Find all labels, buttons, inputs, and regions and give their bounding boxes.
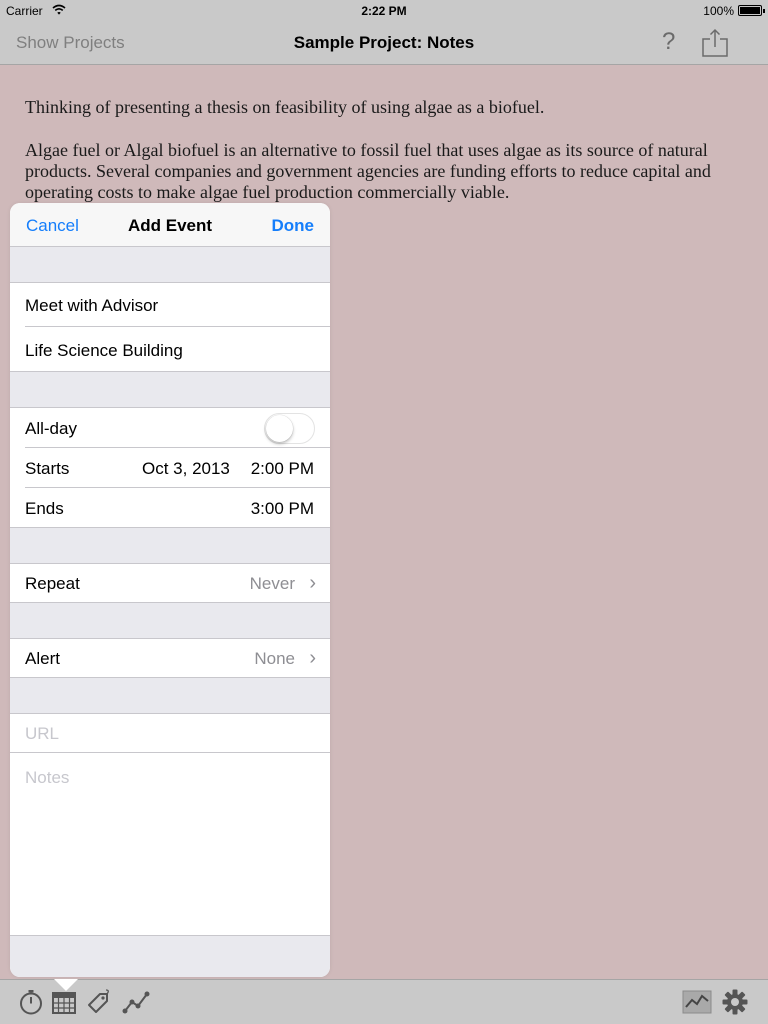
location-text: Life Science Building bbox=[25, 341, 183, 360]
clock: 2:22 PM bbox=[361, 4, 407, 18]
navigation-bar: Show Projects Sample Project: Notes ? bbox=[0, 22, 768, 65]
starts-date: Oct 3, 2013 bbox=[142, 459, 230, 478]
ends-label: Ends bbox=[25, 499, 64, 518]
page-title: Sample Project: Notes bbox=[293, 33, 475, 52]
status-bar: Carrier 2:22 PM 100% bbox=[0, 0, 768, 22]
calendar-icon[interactable] bbox=[50, 988, 78, 1016]
battery-icon bbox=[738, 5, 765, 16]
section-gap bbox=[10, 936, 330, 977]
alert-value: None bbox=[254, 649, 295, 668]
chevron-right-icon: › bbox=[309, 647, 316, 669]
price-tag-icon[interactable] bbox=[84, 988, 112, 1016]
gear-icon[interactable] bbox=[721, 988, 749, 1016]
url-field[interactable]: URL bbox=[10, 714, 330, 753]
alert-label: Alert bbox=[25, 649, 60, 668]
chart-icon[interactable] bbox=[682, 988, 712, 1016]
alert-row[interactable]: Alert None › bbox=[10, 639, 330, 678]
notes-field[interactable]: Notes bbox=[10, 753, 330, 936]
starts-label: Starts bbox=[25, 459, 70, 478]
url-placeholder: URL bbox=[25, 724, 60, 743]
share-icon[interactable] bbox=[700, 28, 730, 58]
bottom-toolbar bbox=[0, 979, 768, 1024]
all-day-toggle[interactable] bbox=[264, 413, 315, 444]
repeat-row[interactable]: Repeat Never › bbox=[10, 564, 330, 603]
notes-placeholder: Notes bbox=[25, 768, 70, 787]
battery-percent: 100% bbox=[703, 4, 734, 18]
starts-row[interactable]: Starts Oct 3, 2013 2:00 PM bbox=[10, 448, 330, 488]
section-gap bbox=[10, 678, 330, 714]
repeat-value: Never bbox=[249, 574, 295, 593]
section-gap bbox=[10, 372, 330, 408]
notes-paragraph: Algae fuel or Algal biofuel is an altern… bbox=[25, 140, 711, 202]
all-day-label: All-day bbox=[25, 419, 77, 438]
event-title-field[interactable]: Meet with Advisor bbox=[10, 283, 330, 327]
line-graph-icon[interactable] bbox=[122, 988, 150, 1016]
starts-time: 2:00 PM bbox=[250, 459, 314, 478]
add-event-popover: Cancel Add Event Done Meet with Advisor … bbox=[10, 203, 330, 977]
repeat-label: Repeat bbox=[25, 574, 80, 593]
ends-row[interactable]: Ends 3:00 PM bbox=[10, 488, 330, 528]
event-title-text: Meet with Advisor bbox=[25, 296, 159, 315]
location-field[interactable]: Life Science Building bbox=[10, 327, 330, 372]
stopwatch-icon[interactable] bbox=[17, 988, 45, 1016]
all-day-row: All-day bbox=[10, 408, 330, 448]
notes-paragraph: Thinking of presenting a thesis on feasi… bbox=[25, 97, 545, 117]
popover-header: Cancel Add Event Done bbox=[10, 203, 330, 247]
chevron-right-icon: › bbox=[309, 572, 316, 594]
help-icon[interactable]: ? bbox=[662, 28, 675, 56]
section-gap bbox=[10, 247, 330, 283]
section-gap bbox=[10, 603, 330, 639]
done-button[interactable]: Done bbox=[272, 216, 315, 236]
section-gap bbox=[10, 528, 330, 564]
ends-time: 3:00 PM bbox=[250, 499, 314, 518]
